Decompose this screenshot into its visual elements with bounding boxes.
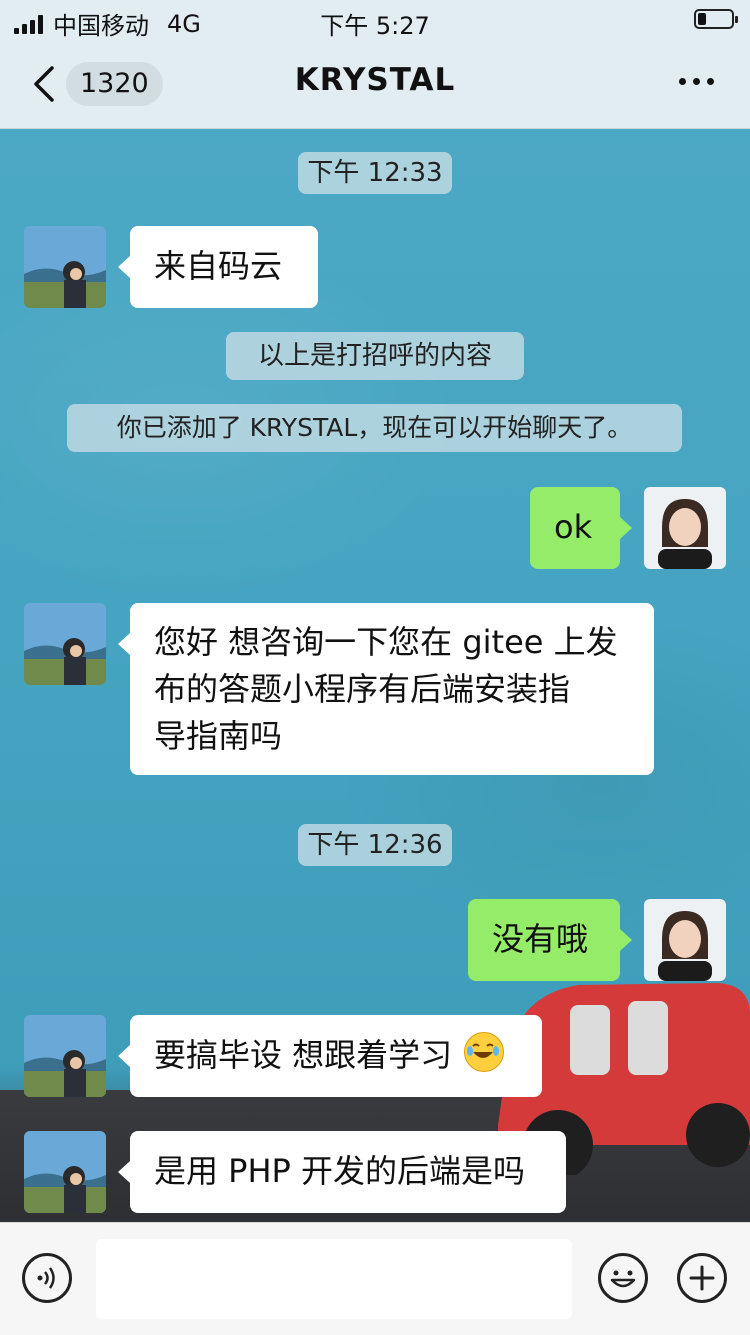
message-text: 来自码云 bbox=[154, 247, 283, 285]
chat-title: KRYSTAL bbox=[294, 62, 456, 98]
more-options-icon[interactable] bbox=[679, 78, 714, 85]
contact-avatar[interactable] bbox=[24, 1131, 106, 1213]
plus-icon[interactable] bbox=[677, 1253, 727, 1303]
contact-avatar[interactable] bbox=[24, 603, 106, 685]
system-notice: 你已添加了 KRYSTAL，现在可以开始聊天了。 bbox=[67, 404, 682, 452]
tears-of-joy-emoji-icon bbox=[464, 1032, 505, 1072]
message-text-line: 布的答题小程序有后端安装指 bbox=[154, 670, 571, 708]
message-text-line: 您好 想咨询一下您在 gitee 上发 bbox=[154, 623, 618, 661]
message-text: 是用 PHP 开发的后端是吗 bbox=[154, 1152, 526, 1190]
timestamp: 下午 12:36 bbox=[298, 824, 452, 866]
emoji-icon[interactable] bbox=[598, 1253, 648, 1303]
incoming-message[interactable]: 要搞毕设 想跟着学习 bbox=[118, 1015, 542, 1097]
contact-avatar[interactable] bbox=[24, 226, 106, 308]
message-text: 没有哦 bbox=[492, 920, 589, 958]
voice-icon[interactable] bbox=[22, 1253, 72, 1303]
message-input[interactable] bbox=[96, 1239, 572, 1319]
my-avatar[interactable] bbox=[644, 487, 726, 569]
chat-header: 1320 KRYSTAL bbox=[0, 40, 750, 129]
message-text: 要搞毕设 想跟着学习 bbox=[154, 1036, 453, 1074]
incoming-message[interactable]: 来自码云 bbox=[118, 226, 318, 308]
status-bar: 中国移动 4G 下午 5:27 bbox=[0, 0, 750, 40]
outgoing-message[interactable]: 没有哦 bbox=[468, 899, 632, 981]
timestamp: 下午 12:33 bbox=[298, 152, 452, 194]
message-text: ok bbox=[554, 508, 593, 546]
message-text-line: 导指南吗 bbox=[154, 717, 283, 755]
my-avatar[interactable] bbox=[644, 899, 726, 981]
battery-icon bbox=[694, 9, 738, 29]
input-bar bbox=[0, 1222, 750, 1335]
incoming-message[interactable]: 是用 PHP 开发的后端是吗 bbox=[118, 1131, 566, 1213]
system-notice: 以上是打招呼的内容 bbox=[226, 332, 524, 380]
outgoing-message[interactable]: ok bbox=[530, 487, 632, 569]
incoming-message[interactable]: 您好 想咨询一下您在 gitee 上发 布的答题小程序有后端安装指 导指南吗 bbox=[118, 603, 654, 775]
clock: 下午 5:27 bbox=[320, 12, 430, 40]
contact-avatar[interactable] bbox=[24, 1015, 106, 1097]
